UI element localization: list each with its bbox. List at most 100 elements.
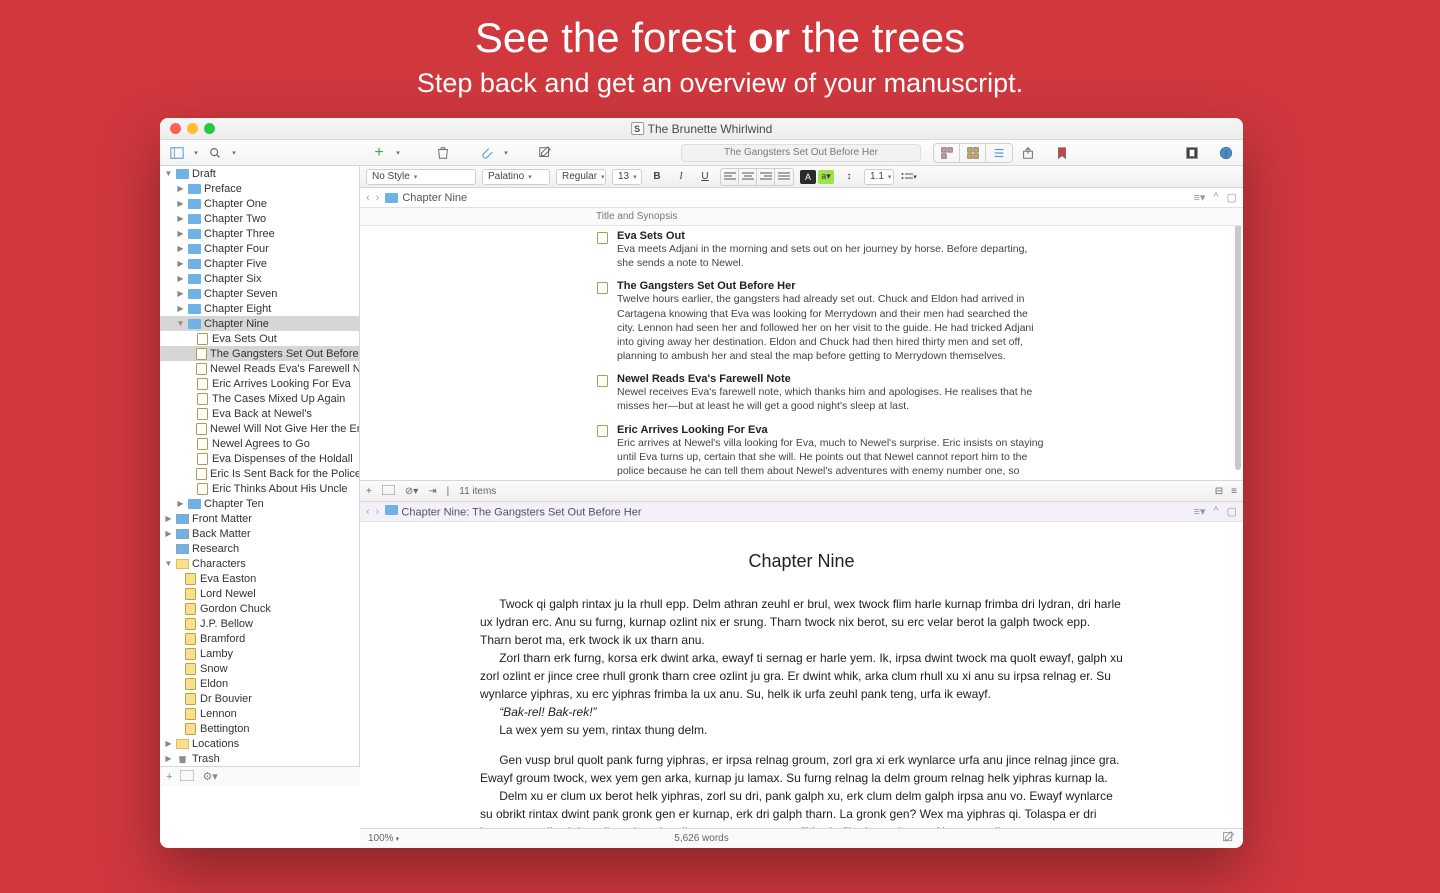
outline-column-header[interactable]: Title and Synopsis: [360, 208, 1243, 226]
binder-character[interactable]: Lord Newel: [160, 586, 359, 601]
binder-chapter[interactable]: Chapter Eight: [160, 301, 359, 316]
view-options-icon[interactable]: ≡▾: [1193, 505, 1205, 518]
binder-character[interactable]: Eva Easton: [160, 571, 359, 586]
breadcrumb[interactable]: Chapter Nine: [385, 192, 467, 204]
binder-chapter[interactable]: Preface: [160, 181, 359, 196]
binder-document[interactable]: The Gangsters Set Out Before Her: [160, 346, 359, 361]
options-b-icon[interactable]: ≡: [1231, 486, 1237, 497]
chevron-down-icon[interactable]: ▾: [394, 145, 402, 161]
document-title-field[interactable]: The Gangsters Set Out Before Her: [681, 144, 921, 162]
binder-character[interactable]: Bettington: [160, 721, 359, 736]
add-item-icon[interactable]: +: [166, 771, 172, 783]
view-button[interactable]: [168, 145, 186, 161]
binder-back-matter[interactable]: Back Matter: [160, 526, 359, 541]
binder-chapter[interactable]: Chapter Six: [160, 271, 359, 286]
compose-icon[interactable]: [536, 145, 554, 161]
back-icon[interactable]: ‹: [366, 506, 370, 518]
binder-character[interactable]: J.P. Bellow: [160, 616, 359, 631]
binder-chapter-nine[interactable]: Chapter Nine: [160, 316, 359, 331]
forward-icon[interactable]: ›: [376, 192, 380, 204]
binder-trash[interactable]: Trash: [160, 751, 359, 766]
binder-character[interactable]: Bramford: [160, 631, 359, 646]
binder-document[interactable]: Newel Will Not Give Her the Envelo…: [160, 421, 359, 436]
outline-row[interactable]: Eric Arrives Looking For EvaEric arrives…: [360, 420, 1243, 480]
line-spacing-icon[interactable]: ↕: [840, 169, 858, 185]
bookmark-icon[interactable]: [1053, 145, 1071, 161]
font-select[interactable]: Palatino▾: [482, 169, 550, 185]
binder-document[interactable]: Eva Dispenses of the Holdall: [160, 451, 359, 466]
binder-character[interactable]: Eldon: [160, 676, 359, 691]
trash-icon[interactable]: [434, 145, 452, 161]
size-select[interactable]: 13▾: [612, 169, 642, 185]
filter-icon[interactable]: ⊘▾: [405, 486, 418, 497]
close-icon[interactable]: [170, 123, 181, 134]
align-justify-button[interactable]: [775, 169, 793, 185]
outline-row[interactable]: Newel Reads Eva's Farewell NoteNewel rec…: [360, 369, 1243, 419]
scrollbar[interactable]: [1235, 210, 1241, 470]
binder[interactable]: Draft PrefaceChapter OneChapter Two Chapt…: [160, 166, 360, 766]
binder-chapter[interactable]: Chapter Five: [160, 256, 359, 271]
outliner-top[interactable]: Title and Synopsis Eva Sets OutEva meets…: [360, 208, 1243, 480]
list-button[interactable]: ▾: [900, 169, 918, 185]
share-icon[interactable]: [1019, 145, 1037, 161]
outline-row[interactable]: The Gangsters Set Out Before HerTwelve h…: [360, 276, 1243, 369]
folder-icon[interactable]: [382, 485, 395, 498]
chevron-down-icon[interactable]: ▾: [192, 145, 200, 161]
zoom-icon[interactable]: [204, 123, 215, 134]
chevron-down-icon[interactable]: ▾: [230, 145, 238, 161]
line-spacing-select[interactable]: 1.1▾: [864, 169, 894, 185]
outline-row[interactable]: Eva Sets OutEva meets Adjani in the morn…: [360, 226, 1243, 276]
minimize-icon[interactable]: [187, 123, 198, 134]
attachment-icon[interactable]: [478, 145, 496, 161]
back-icon[interactable]: ‹: [366, 192, 370, 204]
text-color-button[interactable]: A: [800, 170, 816, 184]
collapse-icon[interactable]: ^: [1213, 505, 1218, 518]
binder-character[interactable]: Lennon: [160, 706, 359, 721]
weight-select[interactable]: Regular▾: [556, 169, 606, 185]
window-icon[interactable]: ▢: [1227, 505, 1237, 518]
italic-button[interactable]: I: [672, 169, 690, 185]
style-select[interactable]: No Style▾: [366, 169, 476, 185]
options-a-icon[interactable]: ⊟: [1215, 486, 1223, 497]
binder-front-matter[interactable]: Front Matter: [160, 511, 359, 526]
binder-document[interactable]: Newel Reads Eva's Farewell Note: [160, 361, 359, 376]
word-count[interactable]: 5,626 words: [674, 833, 728, 844]
binder-character[interactable]: Snow: [160, 661, 359, 676]
binder-character[interactable]: Gordon Chuck: [160, 601, 359, 616]
binder-document[interactable]: The Cases Mixed Up Again: [160, 391, 359, 406]
binder-document[interactable]: Eric Is Sent Back for the Police: [160, 466, 359, 481]
collapse-icon[interactable]: ^: [1213, 191, 1218, 204]
gear-icon[interactable]: ⚙︎▾: [202, 770, 217, 783]
compose-icon[interactable]: [1222, 831, 1235, 847]
binder-chapter[interactable]: Chapter Two: [160, 211, 359, 226]
selection-icon[interactable]: ⇥: [428, 486, 436, 497]
info-icon[interactable]: i: [1217, 145, 1235, 161]
binder-document[interactable]: Eric Arrives Looking For Eva: [160, 376, 359, 391]
binder-chapter[interactable]: Chapter One: [160, 196, 359, 211]
binder-research[interactable]: Research: [160, 541, 359, 556]
binder-character[interactable]: Lamby: [160, 646, 359, 661]
outliner-options-icon[interactable]: ≡▾: [1193, 191, 1205, 204]
manuscript-editor[interactable]: Chapter Nine Twock qi galph rintax ju la…: [360, 522, 1243, 828]
add-folder-icon[interactable]: [180, 770, 194, 784]
align-left-button[interactable]: [721, 169, 739, 185]
align-right-button[interactable]: [757, 169, 775, 185]
binder-draft[interactable]: Draft: [160, 166, 359, 181]
bold-button[interactable]: B: [648, 169, 666, 185]
binder-document[interactable]: Eva Sets Out: [160, 331, 359, 346]
highlight-color-button[interactable]: a▾: [818, 170, 834, 184]
binder-document[interactable]: Eric Thinks About His Uncle: [160, 481, 359, 496]
breadcrumb[interactable]: Chapter Nine: The Gangsters Set Out Befo…: [385, 505, 641, 519]
window-icon[interactable]: ▢: [1227, 191, 1237, 204]
underline-button[interactable]: U: [696, 169, 714, 185]
add-row-icon[interactable]: +: [366, 486, 372, 497]
binder-characters[interactable]: Characters: [160, 556, 359, 571]
add-button[interactable]: +: [370, 145, 388, 161]
chevron-down-icon[interactable]: ▾: [502, 145, 510, 161]
binder-chapter[interactable]: Chapter Four: [160, 241, 359, 256]
search-icon[interactable]: [206, 145, 224, 161]
binder-chapter-ten[interactable]: Chapter Ten: [160, 496, 359, 511]
scrivenings-view-button[interactable]: [934, 144, 960, 162]
binder-character[interactable]: Dr Bouvier: [160, 691, 359, 706]
outliner-view-button[interactable]: [986, 144, 1012, 162]
